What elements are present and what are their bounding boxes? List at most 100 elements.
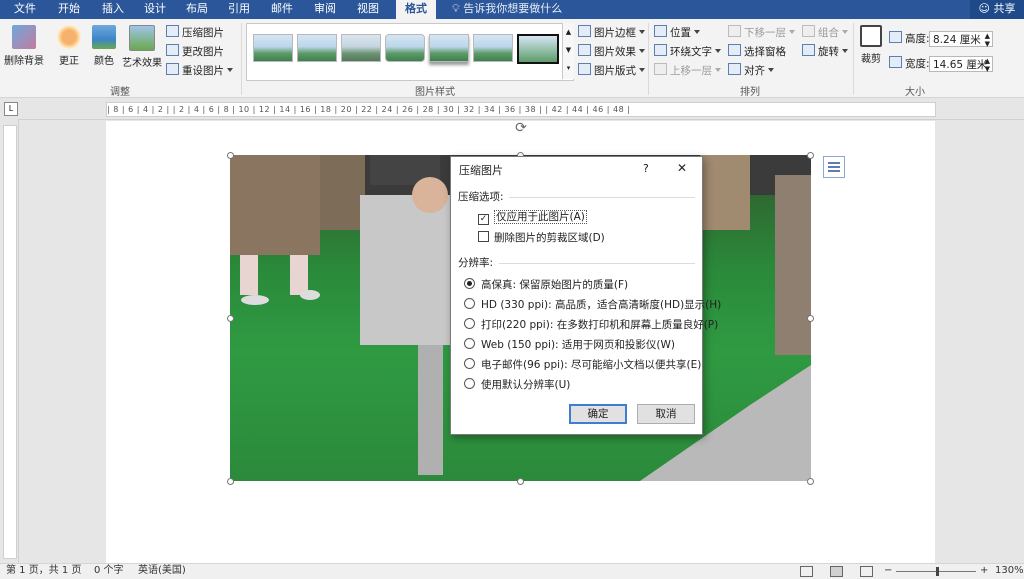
radio-selected-icon[interactable]	[464, 278, 475, 289]
crop-button[interactable]: 裁剪	[858, 25, 884, 65]
position-button[interactable]: 位置	[654, 25, 700, 41]
close-icon[interactable]: ✕	[677, 161, 687, 175]
radio-icon[interactable]	[464, 318, 475, 329]
picture-layout-button[interactable]: 图片版式	[578, 63, 645, 79]
radio-icon[interactable]	[464, 338, 475, 349]
delete-cropped-option[interactable]: 删除图片的剪裁区域(D)	[478, 230, 605, 246]
picture-style-7[interactable]	[517, 34, 559, 64]
rotate-button[interactable]: 旋转	[802, 44, 848, 60]
tab-layout[interactable]: 布局	[180, 0, 214, 19]
color-button[interactable]: 颜色	[90, 25, 118, 67]
resize-handle-ne[interactable]	[807, 152, 814, 159]
group-button[interactable]: 组合	[802, 25, 848, 41]
resize-handle-nw[interactable]	[227, 152, 234, 159]
help-icon[interactable]: ?	[643, 162, 649, 175]
chevron-up-icon[interactable]: ▲	[563, 23, 574, 41]
styles-group-label: 图片样式	[415, 87, 455, 98]
compress-pictures-button[interactable]: 压缩图片	[166, 25, 224, 41]
resolution-option-hifi[interactable]: 高保真: 保留原始图片的质量(F)	[464, 277, 628, 293]
tab-file[interactable]: 文件	[6, 0, 44, 19]
height-value: 8.24 厘米	[933, 34, 981, 46]
picture-style-5[interactable]	[429, 34, 469, 62]
checkbox-icon[interactable]	[478, 231, 489, 242]
height-input[interactable]: 8.24 厘米 ▲ ▼	[929, 31, 993, 48]
picture-style-3[interactable]	[341, 34, 381, 62]
picture-border-button[interactable]: 图片边框	[578, 25, 645, 41]
share-button[interactable]: ☺ 共享	[970, 0, 1024, 19]
gallery-more-icon[interactable]: ▾	[563, 59, 574, 77]
width-input[interactable]: 14.65 厘米 ▲ ▼	[929, 56, 993, 73]
radio-icon[interactable]	[464, 378, 475, 389]
tab-references[interactable]: 引用	[222, 0, 256, 19]
read-mode-icon[interactable]	[800, 566, 813, 577]
resize-handle-s[interactable]	[517, 478, 524, 485]
resolution-option-hd[interactable]: HD (330 ppi): 高品质，适合高清晰度(HD)显示(H)	[464, 297, 721, 313]
page-count[interactable]: 第 1 页，共 1 页	[6, 564, 81, 578]
chevron-down-icon[interactable]: ▼	[563, 41, 574, 59]
zoom-out-icon[interactable]: −	[884, 564, 892, 578]
layout-options-icon[interactable]	[823, 156, 845, 178]
resolution-option-default[interactable]: 使用默认分辨率(U)	[464, 377, 570, 393]
picture-border-icon	[578, 25, 591, 37]
rotate-handle-icon[interactable]: ⟳	[513, 121, 529, 137]
resolution-option-label: 电子邮件(96 ppi): 尽可能缩小文档以便共享(E)	[481, 359, 702, 371]
tab-format[interactable]: 格式	[396, 0, 436, 20]
selection-pane-button[interactable]: 选择窗格	[728, 44, 786, 60]
resolution-option-print[interactable]: 打印(220 ppi): 在多数打印机和屏幕上质量良好(P)	[464, 317, 718, 333]
tab-insert[interactable]: 插入	[96, 0, 130, 19]
spinner-icon[interactable]: ▲ ▼	[985, 32, 990, 48]
checkbox-checked-icon[interactable]: ✓	[478, 214, 489, 225]
vertical-ruler-scale[interactable]	[3, 125, 17, 559]
tab-view[interactable]: 视图	[351, 0, 385, 19]
picture-effects-button[interactable]: 图片效果	[578, 44, 645, 60]
picture-style-6[interactable]	[473, 34, 513, 62]
change-picture-button[interactable]: 更改图片	[166, 44, 224, 60]
resize-handle-se[interactable]	[807, 478, 814, 485]
resize-handle-w[interactable]	[227, 315, 234, 322]
gallery-scroll[interactable]: ▲ ▼ ▾	[562, 23, 574, 79]
ok-button[interactable]: 确定	[569, 404, 627, 424]
corrections-button[interactable]: 更正	[54, 25, 84, 67]
zoom-in-icon[interactable]: +	[980, 564, 988, 578]
tab-review[interactable]: 审阅	[308, 0, 342, 19]
zoom-slider-thumb[interactable]	[936, 567, 939, 576]
send-backward-button[interactable]: 下移一层	[728, 25, 795, 41]
tell-me-box[interactable]: 💡︎ 告诉我你想要做什么	[452, 0, 562, 19]
tab-home[interactable]: 开始	[52, 0, 86, 19]
radio-icon[interactable]	[464, 298, 475, 309]
group-divider	[853, 23, 854, 95]
spinner-icon[interactable]: ▲ ▼	[985, 57, 990, 73]
align-button[interactable]: 对齐	[728, 63, 774, 79]
reset-picture-button[interactable]: 重设图片	[166, 63, 233, 79]
tab-design[interactable]: 设计	[138, 0, 172, 19]
print-layout-icon[interactable]	[830, 566, 843, 577]
ruler-scale[interactable]: | 8 | 6 | 4 | 2 | | 2 | 4 | 6 | 8 | 10 |…	[106, 102, 936, 117]
resize-handle-e[interactable]	[807, 315, 814, 322]
chevron-down-icon	[227, 68, 233, 72]
cancel-button[interactable]: 取消	[637, 404, 695, 424]
word-count[interactable]: 0 个字	[94, 564, 124, 578]
web-layout-icon[interactable]	[860, 566, 873, 577]
picture-style-4[interactable]	[385, 34, 425, 62]
tab-selector-icon[interactable]: L	[4, 102, 18, 116]
bring-forward-button[interactable]: 上移一层	[654, 63, 721, 79]
artistic-effects-button[interactable]: 艺术效果	[120, 25, 164, 69]
height-label: 高度:	[905, 33, 930, 45]
only-this-picture-option[interactable]: ✓ 仅应用于此图片(A)	[478, 209, 587, 225]
height-icon	[889, 31, 902, 43]
zoom-level[interactable]: 130%	[995, 564, 1024, 578]
resolution-option-label: HD (330 ppi): 高品质，适合高清晰度(HD)显示(H)	[481, 299, 722, 311]
picture-style-2[interactable]	[297, 34, 337, 62]
resolution-option-email[interactable]: 电子邮件(96 ppi): 尽可能缩小文档以便共享(E)	[464, 357, 701, 373]
picture-style-1[interactable]	[253, 34, 293, 62]
divider	[499, 263, 695, 264]
resize-handle-sw[interactable]	[227, 478, 234, 485]
resolution-option-web[interactable]: Web (150 ppi): 适用于网页和投影仪(W)	[464, 337, 675, 353]
radio-icon[interactable]	[464, 358, 475, 369]
tab-mailings[interactable]: 邮件	[265, 0, 299, 19]
picture-border-label: 图片边框	[594, 27, 636, 39]
color-label: 颜色	[94, 56, 114, 67]
remove-background-button[interactable]: 删除背景	[2, 25, 46, 67]
wrap-text-button[interactable]: 环绕文字	[654, 44, 721, 60]
language-indicator[interactable]: 英语(美国)	[138, 564, 186, 578]
